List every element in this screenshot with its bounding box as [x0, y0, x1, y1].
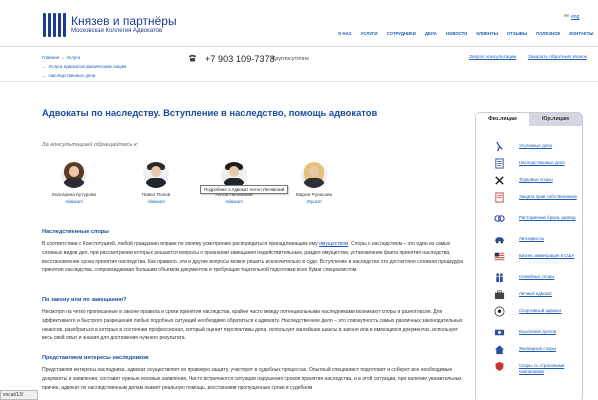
- breadcrumb-services[interactable]: Услуги: [67, 55, 81, 60]
- header-divider: [0, 46, 598, 47]
- lawyer-role: Юрист: [306, 199, 322, 204]
- avatar[interactable]: [301, 162, 327, 188]
- sidebar-item-insurance[interactable]: Споры со страховыми компаниями: [476, 361, 582, 374]
- lawyer-name[interactable]: Павел Попов: [126, 192, 186, 197]
- lawyer-card[interactable]: Екатерина Кутурова Адвокат: [44, 162, 104, 204]
- sidebar-item-criminal[interactable]: Уголовные дела: [476, 141, 582, 153]
- family-icon: [496, 273, 503, 283]
- subheader-divider: [0, 81, 598, 82]
- request-callback-link[interactable]: Заказать обратный звонок: [528, 55, 587, 60]
- sidebar-item-label[interactable]: Трудовые споры: [519, 177, 579, 183]
- lawyer-role: Адвокат: [147, 199, 165, 204]
- house-icon: [494, 345, 505, 355]
- nav-clients[interactable]: КЛИЕНТЫ: [476, 31, 498, 36]
- sidebar-item-personal-lawyer[interactable]: Личный адвокат: [476, 289, 582, 301]
- sidebar-item-immigration[interactable]: Бизнес иммиграция в США: [476, 251, 582, 263]
- section-text: Представляя интересы наследника, адвокат…: [42, 367, 462, 391]
- section-heading: Представляем интересы наследников: [42, 355, 149, 361]
- sidebar-item-auto[interactable]: Автоюристы: [476, 234, 582, 246]
- handcuffs-icon: [496, 141, 503, 152]
- lawyer-name[interactable]: Мария Рупасова: [284, 192, 344, 197]
- money-icon: [494, 329, 505, 336]
- sidebar-item-label[interactable]: Наследственные дела: [519, 160, 579, 166]
- sidebar-item-debts[interactable]: Взыскание долгов: [476, 327, 582, 339]
- sidebar-item-sport[interactable]: Спортивный адвокат: [476, 306, 582, 318]
- sidebar-item-label[interactable]: Защита прав собственников: [519, 194, 579, 200]
- flag-icon: [564, 14, 569, 17]
- lawyer-card[interactable]: Мария Рупасова Юрист: [284, 162, 344, 204]
- avatar[interactable]: [61, 162, 87, 188]
- nav-useful[interactable]: ПОЛЕЗНОЕ: [536, 31, 560, 36]
- phone-hours: Круглосуточно: [272, 56, 310, 62]
- lawyer-card[interactable]: Антон Лелявский Адвокат: [204, 162, 264, 204]
- property-document-icon: [495, 192, 504, 203]
- request-consultation-link[interactable]: Запрос консультации: [469, 55, 516, 60]
- lawyer-role: Адвокат: [65, 199, 83, 204]
- tab-companies[interactable]: Юр.лицам: [529, 113, 582, 126]
- page-title: Адвокаты по наследству. Вступление в нас…: [42, 107, 378, 118]
- sidebar-item-label[interactable]: Жилищные споры: [519, 346, 579, 352]
- main-nav: О НАС УСЛУГИ СОТРУДНИКИ ДЕЛА НОВОСТИ КЛИ…: [338, 31, 598, 36]
- sidebar-item-housing[interactable]: Жилищные споры: [476, 344, 582, 356]
- breadcrumb-item: → Наследственные дела: [42, 73, 96, 78]
- brand-title[interactable]: Князев и партнёры: [71, 14, 177, 28]
- rings-icon: [494, 215, 505, 222]
- breadcrumb-item: → Услуги адвокатов физическим лицам: [42, 64, 127, 69]
- status-bar-url: vocat/13/: [0, 390, 38, 400]
- sidebar-item-label[interactable]: Личный адвокат: [519, 291, 579, 297]
- insurance-icon: [495, 361, 504, 372]
- logo-mark[interactable]: [43, 13, 67, 37]
- services-sidebar: Физ.лицам Юр.лицам Уголовные дела Наслед…: [475, 112, 583, 400]
- section-text: В соответствии с Конституцией, любой гра…: [42, 241, 463, 274]
- sidebar-item-divorce[interactable]: Расторжение брака, развод: [476, 213, 582, 225]
- sidebar-item-label[interactable]: Семейные споры: [519, 274, 579, 280]
- nav-contacts[interactable]: КОНТАКТЫ: [569, 31, 593, 36]
- breadcrumb-current[interactable]: Наследственные дела: [49, 73, 96, 78]
- breadcrumb-item: → Услуги: [60, 55, 81, 60]
- sidebar-item-family[interactable]: Семейные споры: [476, 272, 582, 284]
- nav-services[interactable]: УСЛУГИ: [361, 31, 378, 36]
- nav-cases[interactable]: ДЕЛА: [425, 31, 437, 36]
- tooltip: Подробнее о Адвокат Антон Лелявский: [200, 185, 289, 194]
- sidebar-item-label[interactable]: Автоюристы: [519, 236, 579, 242]
- us-flag-icon: [494, 252, 505, 261]
- avatar[interactable]: [143, 162, 169, 188]
- nav-reviews[interactable]: ОТЗЫВЫ: [507, 31, 527, 36]
- briefcase-icon: [494, 290, 505, 300]
- football-icon: [494, 306, 505, 317]
- phone-icon: [188, 54, 197, 62]
- sidebar-item-label[interactable]: Уголовные дела: [519, 143, 579, 149]
- car-icon: [494, 237, 505, 244]
- property-link[interactable]: имуществом: [319, 241, 348, 247]
- hammers-icon: [495, 176, 504, 185]
- brand-subtitle: Московская Коллегия Адвокатов: [71, 28, 163, 34]
- sidebar-item-label[interactable]: Взыскание долгов: [519, 329, 579, 335]
- language-switch[interactable]: eng: [571, 14, 579, 20]
- sidebar-item-label[interactable]: Спортивный адвокат: [519, 308, 579, 314]
- sidebar-tabs: Физ.лицам Юр.лицам: [476, 113, 582, 126]
- will-document-icon: [495, 158, 504, 169]
- sidebar-item-label[interactable]: Расторжение брака, развод: [519, 215, 579, 221]
- sidebar-item-label[interactable]: Бизнес иммиграция в США: [519, 253, 579, 259]
- lawyer-card[interactable]: Павел Попов Адвокат: [126, 162, 186, 204]
- nav-staff[interactable]: СОТРУДНИКИ: [387, 31, 416, 36]
- nav-news[interactable]: НОВОСТИ: [446, 31, 468, 36]
- sidebar-item-property[interactable]: Защита прав собственников: [476, 192, 582, 204]
- section-heading: Наследственные споры: [42, 229, 109, 235]
- lawyer-role: Адвокат: [225, 199, 243, 204]
- breadcrumb-individuals[interactable]: Услуги адвокатов физическим лицам: [49, 64, 127, 69]
- consult-label: За консультацией обращайтесь к:: [42, 142, 139, 148]
- section-text: Несмотря на четко прописанные в законе п…: [42, 309, 463, 342]
- sidebar-item-inheritance[interactable]: Наследственные дела: [476, 158, 582, 170]
- lawyer-name[interactable]: Екатерина Кутурова: [44, 192, 104, 197]
- breadcrumb-home[interactable]: Главная: [42, 55, 59, 60]
- tab-individuals[interactable]: Физ.лицам: [476, 113, 529, 126]
- section-heading: По закону или по завещанию?: [42, 297, 127, 303]
- sidebar-item-label[interactable]: Споры со страховыми компаниями: [519, 363, 579, 374]
- phone-number[interactable]: +7 903 109-7378: [205, 54, 275, 64]
- sidebar-item-labor[interactable]: Трудовые споры: [476, 175, 582, 187]
- nav-about[interactable]: О НАС: [338, 31, 352, 36]
